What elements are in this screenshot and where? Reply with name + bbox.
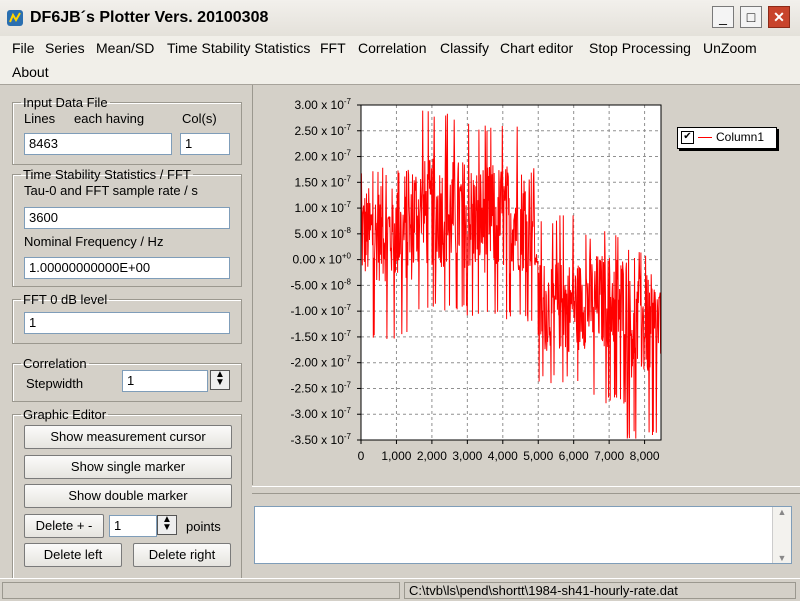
legend-line-swatch <box>698 137 712 138</box>
x-tick-label: 1,000 <box>381 449 411 463</box>
delete-points-spinner-icon[interactable]: ▲ ▼ <box>157 515 177 535</box>
delete-left-button[interactable]: Delete left <box>24 543 122 567</box>
x-tick-label: 7,000 <box>594 449 624 463</box>
y-tick-label: 2.00 x 10-7 <box>295 149 352 164</box>
menu-stop-processing[interactable]: Stop Processing <box>589 38 691 58</box>
legend-checkbox-icon[interactable]: ✔ <box>681 131 694 144</box>
menu-file[interactable]: File <box>12 38 35 58</box>
tss-fft-legend: Time Stability Statistics / FFT <box>23 167 191 182</box>
y-tick-label: 3.00 x 10-7 <box>295 97 352 112</box>
nominal-frequency-label: Nominal Frequency / Hz <box>24 234 164 249</box>
cols-field[interactable]: 1 <box>180 133 230 155</box>
y-tick-label: -2.50 x 10-7 <box>291 380 352 395</box>
y-tick-label: -1.50 x 10-7 <box>291 329 352 344</box>
each-having-label: each having <box>74 111 145 126</box>
fft-legend: FFT 0 dB level <box>23 292 108 307</box>
x-tick-label: 8,000 <box>630 449 660 463</box>
output-memo[interactable]: ▲ ▼ <box>254 506 792 564</box>
y-tick-label: 1.50 x 10-7 <box>295 174 352 189</box>
control-panel: Input Data File Lines each having Col(s)… <box>0 85 248 589</box>
close-icon[interactable]: ✕ <box>768 6 790 28</box>
splitter[interactable] <box>252 486 800 494</box>
nominal-frequency-field[interactable]: 1.00000000000E+00 <box>24 257 230 279</box>
y-tick-label: -5.00 x 10-8 <box>291 277 352 292</box>
menu-chart-editor[interactable]: Chart editor <box>500 38 573 58</box>
menu-fft[interactable]: FFT <box>320 38 346 58</box>
chart-legend[interactable]: ✔ Column1 <box>677 127 777 149</box>
memo-scrollbar[interactable]: ▲ ▼ <box>772 507 791 563</box>
show-double-marker-button[interactable]: Show double marker <box>24 484 232 508</box>
status-bar: C:\tvb\ls\pend\shortt\1984-sh41-hourly-r… <box>0 578 800 601</box>
scroll-down-icon[interactable]: ▼ <box>773 553 791 563</box>
window-title: DF6JB´s Plotter Vers. 20100308 <box>30 9 269 26</box>
y-tick-label: -3.00 x 10-7 <box>291 406 352 421</box>
stepwidth-field[interactable]: 1 <box>122 370 208 392</box>
menu-bar: File Series Mean/SD Time Stability Stati… <box>0 36 800 85</box>
lines-field[interactable]: 8463 <box>24 133 172 155</box>
y-tick-label: 1.00 x 10-7 <box>295 200 352 215</box>
scroll-up-icon[interactable]: ▲ <box>773 507 791 517</box>
menu-mean-sd[interactable]: Mean/SD <box>96 38 154 58</box>
chart-area[interactable]: 3.00 x 10-7 2.50 x 10-7 2.00 x 10-7 1.50 x … <box>252 85 800 485</box>
tau-field[interactable]: 3600 <box>24 207 230 229</box>
lines-label: Lines <box>24 111 56 126</box>
legend-series-name: Column1 <box>716 130 765 144</box>
y-tick-label: 2.50 x 10-7 <box>295 123 352 138</box>
y-tick-label: -1.00 x 10-7 <box>291 303 352 318</box>
graphic-editor-legend: Graphic Editor <box>23 407 107 422</box>
tau-label: Tau-0 and FFT sample rate / s <box>24 183 198 198</box>
maximize-icon[interactable]: □ <box>740 6 762 28</box>
status-panel-left <box>2 582 400 599</box>
show-single-marker-button[interactable]: Show single marker <box>24 455 232 479</box>
minimize-icon[interactable]: _ <box>712 6 734 28</box>
stepwidth-label: Stepwidth <box>26 376 84 391</box>
x-tick-label: 2,000 <box>417 449 447 463</box>
delete-points-field[interactable]: 1 <box>109 515 157 537</box>
points-label: points <box>186 519 221 534</box>
menu-unzoom[interactable]: UnZoom <box>703 38 757 58</box>
y-tick-label: 0.00 x 10+0 <box>293 252 352 267</box>
menu-time-stability-statistics[interactable]: Time Stability Statistics <box>167 38 310 58</box>
cols-label: Col(s) <box>182 111 217 126</box>
x-tick-label: 3,000 <box>452 449 482 463</box>
menu-correlation[interactable]: Correlation <box>358 38 426 58</box>
title-bar: DF6JB´s Plotter Vers. 20100308 _ □ ✕ <box>0 0 800 37</box>
menu-classify[interactable]: Classify <box>440 38 489 58</box>
y-tick-label: -3.50 x 10-7 <box>291 432 352 447</box>
app-icon <box>7 10 23 26</box>
y-tick-label: 5.00 x 10-8 <box>295 226 352 241</box>
delete-right-button[interactable]: Delete right <box>133 543 231 567</box>
status-file-path: C:\tvb\ls\pend\shortt\1984-sh41-hourly-r… <box>404 582 796 599</box>
correlation-legend: Correlation <box>23 356 87 371</box>
x-tick-label: 6,000 <box>559 449 589 463</box>
fft-level-field[interactable]: 1 <box>24 312 230 334</box>
input-data-file-legend: Input Data File <box>23 95 108 110</box>
stepwidth-spinner-icon[interactable]: ▲ ▼ <box>210 370 230 390</box>
show-measurement-cursor-button[interactable]: Show measurement cursor <box>24 425 232 449</box>
menu-about[interactable]: About <box>12 62 49 82</box>
delete-plus-minus-button[interactable]: Delete + - <box>24 514 104 538</box>
x-tick-label: 5,000 <box>523 449 553 463</box>
x-tick-label: 0 <box>358 449 365 463</box>
y-tick-label: -2.00 x 10-7 <box>291 355 352 370</box>
x-tick-label: 4,000 <box>488 449 518 463</box>
menu-series[interactable]: Series <box>45 38 85 58</box>
